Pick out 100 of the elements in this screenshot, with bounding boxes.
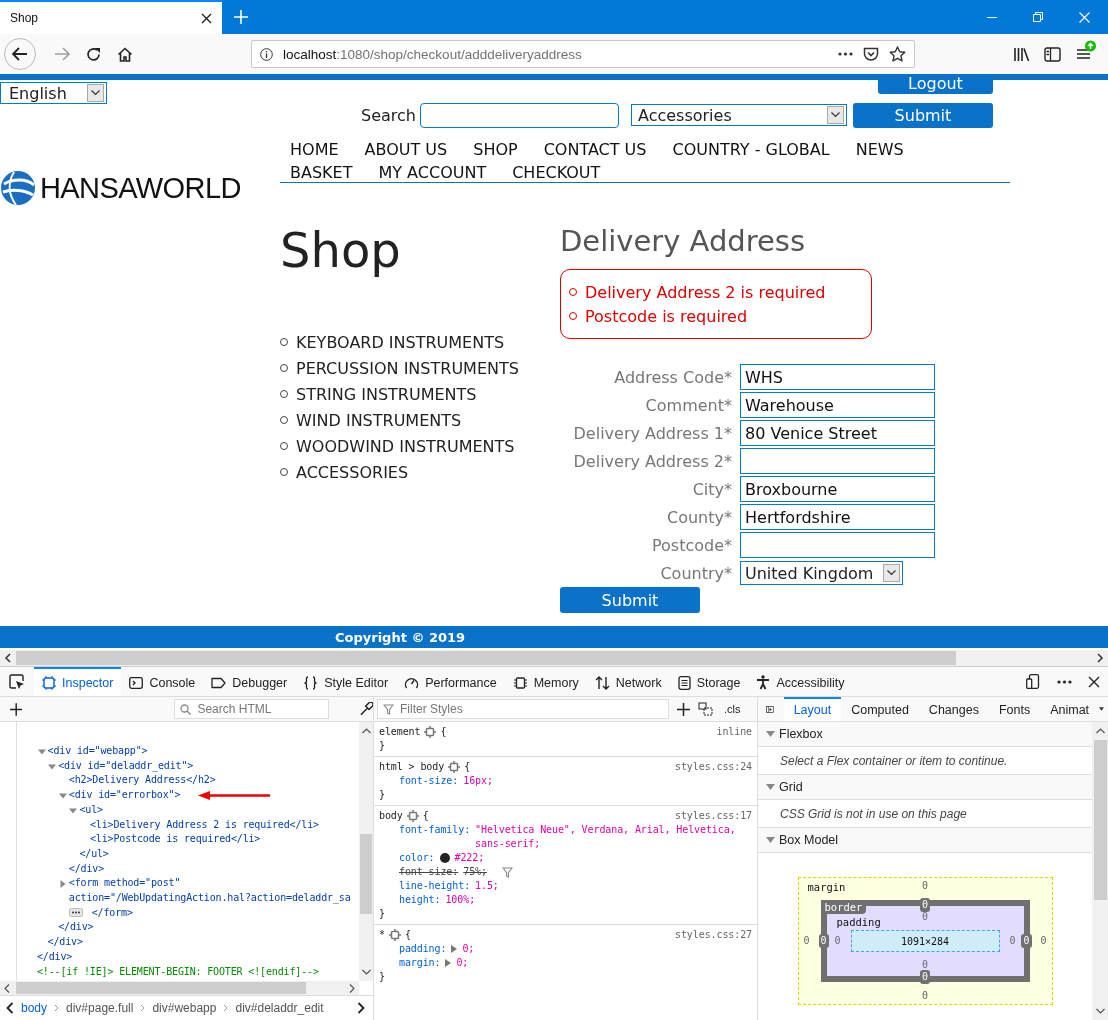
nav-link[interactable]: CHECKOUT xyxy=(512,161,601,184)
html-tag[interactable]: <div id="errorbox"> xyxy=(68,789,181,801)
url-field[interactable]: localhost:1080/shop/checkout/adddeliveryaddress xyxy=(251,40,915,68)
search-field[interactable] xyxy=(419,102,619,128)
expand-toggle-icon[interactable] xyxy=(69,806,78,815)
input-field[interactable] xyxy=(740,532,935,558)
css-value[interactable]: "Helvetica Neue", Verdana, Arial, Helvetica, sans-serif; xyxy=(475,823,752,851)
restore-icon[interactable] xyxy=(1033,12,1043,22)
devtools-tab[interactable]: Memory xyxy=(504,667,587,696)
close-icon[interactable] xyxy=(201,12,212,24)
nav-link[interactable]: HOME xyxy=(290,138,339,161)
sidebar-tab[interactable]: Computed xyxy=(841,697,919,721)
css-value[interactable]: #222; xyxy=(454,851,485,865)
category-link[interactable]: WOODWIND INSTRUMENTS xyxy=(296,436,515,456)
css-value[interactable]: 75%; xyxy=(463,865,487,879)
element-picker-icon[interactable] xyxy=(9,673,25,690)
scroll-up-icon[interactable] xyxy=(1095,728,1105,734)
sidebar-tab[interactable]: Changes xyxy=(918,697,989,721)
css-source-link[interactable]: styles.css:24 xyxy=(675,760,752,774)
html-tag[interactable]: <h2>Delivery Address</h2> xyxy=(68,774,216,786)
expand-toggle-icon[interactable] xyxy=(766,837,775,843)
expand-toggle-icon[interactable] xyxy=(58,792,67,801)
css-property[interactable]: height: xyxy=(399,893,441,907)
close-icon[interactable] xyxy=(1088,675,1100,688)
horizontal-scrollbar[interactable] xyxy=(0,650,1108,666)
scroll-thumb[interactable] xyxy=(16,982,306,994)
scroll-thumb[interactable] xyxy=(16,651,956,665)
section-header[interactable]: Grid xyxy=(758,775,1092,800)
home-icon[interactable] xyxy=(117,46,133,62)
category-link[interactable]: PERCUSSION INSTRUMENTS xyxy=(296,358,519,378)
cls-button[interactable]: .cls xyxy=(722,703,743,715)
html-comment[interactable]: <!--[if !IE]> ELEMENT-BEGIN: FOOTER <![endif]--> xyxy=(37,965,319,977)
pocket-icon[interactable] xyxy=(863,46,879,62)
logout-button[interactable]: Logout xyxy=(878,74,993,94)
box-value[interactable]: 0 xyxy=(803,935,810,947)
css-property[interactable]: font-size: xyxy=(399,774,459,788)
highlight-icon[interactable] xyxy=(448,761,461,773)
color-swatch[interactable] xyxy=(439,853,450,863)
box-value[interactable]: 0 xyxy=(922,880,928,892)
category-link[interactable]: WIND INSTRUMENTS xyxy=(296,410,462,430)
css-property[interactable]: color: xyxy=(399,851,435,865)
star-icon[interactable] xyxy=(889,46,906,62)
box-value[interactable]: 0 xyxy=(834,935,841,947)
devtools-tab[interactable]: Performance xyxy=(396,667,505,696)
css-property[interactable]: line-height: xyxy=(399,879,471,893)
css-property[interactable]: padding: xyxy=(399,942,447,956)
css-value[interactable]: 100%; xyxy=(445,893,476,907)
responsive-icon[interactable] xyxy=(1026,674,1041,689)
input-field[interactable]: Broxbourne xyxy=(740,476,935,502)
section-header[interactable]: Flexbox xyxy=(758,722,1092,747)
devtools-tab[interactable]: Console xyxy=(121,667,204,696)
html-tag[interactable]: <div id="deladdr_edit"> xyxy=(58,759,194,771)
horizontal-scrollbar[interactable] xyxy=(0,981,359,995)
category-select[interactable]: Accessories xyxy=(630,104,847,126)
nav-link[interactable]: NEWS xyxy=(855,138,904,161)
breadcrumb[interactable]: div#deladdr_edit xyxy=(235,1001,324,1015)
nav-link[interactable]: MY ACCOUNT xyxy=(378,161,487,184)
scroll-left-icon[interactable] xyxy=(4,653,12,663)
scroll-up-icon[interactable] xyxy=(361,728,371,734)
scroll-down-icon[interactable] xyxy=(361,969,371,975)
breadcrumb[interactable]: div#webapp xyxy=(152,1001,217,1015)
country-select[interactable]: United Kingdom xyxy=(740,561,903,585)
eyedropper-icon[interactable] xyxy=(358,701,373,717)
css-value[interactable]: 0; xyxy=(462,942,475,956)
chevron-left-icon[interactable] xyxy=(6,1002,14,1014)
css-source-link[interactable]: styles.css:27 xyxy=(675,928,752,942)
html-tag[interactable]: <form method="post" action="/WebUpdatingAction.hal?action=deladdr_sa xyxy=(68,876,357,906)
css-selector[interactable]: element xyxy=(379,725,421,739)
breadcrumb[interactable]: div#page.full xyxy=(66,1001,134,1015)
box-value[interactable]: 0 xyxy=(922,990,928,1002)
box-value[interactable]: 0 xyxy=(922,959,928,971)
input-field[interactable]: Warehouse xyxy=(740,392,935,418)
submit-button[interactable]: Submit xyxy=(852,102,993,128)
sidebar-icon[interactable] xyxy=(1044,46,1061,62)
html-tag[interactable]: </div> xyxy=(47,935,83,950)
box-value[interactable]: 0 xyxy=(1009,935,1016,947)
filter-icon[interactable] xyxy=(501,867,513,878)
input-field[interactable]: Hertfordshire xyxy=(740,504,935,530)
category-link[interactable]: STRING INSTRUMENTS xyxy=(296,384,477,404)
info-icon[interactable] xyxy=(260,47,273,61)
category-link[interactable]: ACCESSORIES xyxy=(296,462,409,482)
highlight-icon[interactable] xyxy=(388,929,401,941)
sidebar-tab[interactable]: Fonts xyxy=(988,697,1041,721)
nav-link[interactable]: CONTACT US xyxy=(543,138,647,161)
scroll-right-icon[interactable] xyxy=(1096,653,1104,663)
box-value[interactable]: 0 xyxy=(1040,935,1047,947)
more-icon[interactable] xyxy=(1057,679,1072,684)
scroll-thumb[interactable] xyxy=(1093,740,1107,900)
expand-toggle-icon[interactable] xyxy=(58,880,67,889)
html-tag[interactable]: </form> xyxy=(91,906,133,918)
input-field[interactable]: WHS xyxy=(740,364,935,390)
devtools-tab[interactable]: Accessibility xyxy=(748,667,853,696)
vertical-scrollbar[interactable] xyxy=(359,722,373,981)
category-link[interactable]: KEYBOARD INSTRUMENTS xyxy=(296,332,505,352)
css-value[interactable]: 1.5; xyxy=(475,879,499,893)
plus-icon[interactable] xyxy=(677,702,690,716)
section-header[interactable]: Box Model xyxy=(758,828,1092,853)
box-value[interactable]: 0 xyxy=(818,934,829,948)
box-value[interactable]: 0 xyxy=(922,911,928,923)
language-select[interactable]: English xyxy=(0,82,107,104)
